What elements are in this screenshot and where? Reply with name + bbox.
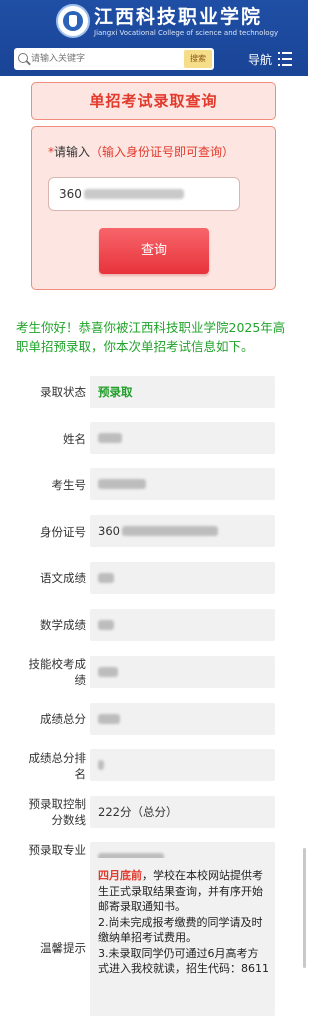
name-label: 姓名 (63, 432, 86, 446)
redacted-chinese-score (98, 573, 114, 583)
search-input[interactable] (31, 48, 181, 70)
status-cell: 预录取 (90, 376, 275, 408)
name-cell (90, 422, 275, 454)
major-label: 预录取专业 (28, 843, 87, 857)
search-icon (18, 53, 28, 63)
math-score-cell (90, 609, 275, 641)
redacted-exam-no (98, 479, 146, 489)
skill-score-cell (90, 656, 275, 688)
notice-line-3: 3.未录取同学仍可通过6月高考方式进入我校就读，招生代码：8611 (98, 946, 269, 976)
exam-no-cell (90, 468, 275, 500)
notice-label: 温馨提示 (40, 941, 86, 955)
notice-highlight: 四月底前 (98, 869, 142, 882)
skill-score-label: 技能校考成绩 (28, 657, 87, 687)
rank-label: 成绩总分排名 (28, 751, 87, 781)
redacted-math-score (98, 620, 114, 630)
prompt-hint: （输入身份证号即可查询） (90, 145, 235, 159)
redacted-rank (98, 760, 104, 770)
id-number-input[interactable]: 360 (48, 177, 240, 211)
cutoff-label: 预录取控制分数线 (28, 797, 87, 827)
chinese-score-label: 语文成绩 (40, 571, 86, 585)
math-score-label: 数学成绩 (40, 618, 86, 632)
page-scrollbar[interactable] (303, 848, 306, 968)
menu-icon[interactable] (278, 51, 292, 67)
redacted-id (121, 526, 218, 536)
welcome-message: 考生你好！恭喜你被江西科技职业学院2025年高职单招预录取，你本次单招考试信息如… (16, 320, 286, 354)
id-cell: 360 (90, 515, 275, 547)
rank-cell (90, 749, 275, 781)
search-box: 搜索 (14, 48, 214, 70)
college-name-cn: 江西科技职业学院 (94, 6, 263, 28)
header-bar: 江西科技职业学院 Jiangxi Vocational College of s… (0, 0, 308, 76)
total-score-label: 成绩总分 (40, 712, 86, 726)
id-label: 身份证号 (40, 525, 86, 539)
query-panel: *请输入（输入身份证号即可查询） 360 查询 (31, 126, 276, 290)
cutoff-value: 222分（总分） (98, 805, 178, 819)
id-number-prefix: 360 (59, 187, 82, 201)
notice-box: 四月底前，学校在本校网站提供考生正式录取结果查询，并有序开始邮寄录取通知书。 2… (90, 858, 275, 1016)
chinese-score-cell (90, 562, 275, 594)
college-logo-icon (56, 4, 90, 38)
redacted-id-digits (83, 189, 184, 199)
redacted-total-score (98, 714, 120, 724)
id-value-prefix: 360 (98, 524, 120, 538)
status-label: 录取状态 (40, 385, 86, 399)
redacted-name (98, 433, 122, 443)
nav-label[interactable]: 导航 (248, 51, 272, 68)
cutoff-cell: 222分（总分） (90, 796, 275, 828)
notice-line-2: 2.尚未完成报考缴费的同学请及时缴纳单招考试费用。 (98, 915, 263, 945)
college-name-en: Jiangxi Vocational College of science an… (94, 29, 279, 37)
redacted-skill-score (98, 667, 118, 677)
prompt-text: 请输入 (54, 145, 91, 159)
id-prompt: *请输入（输入身份证号即可查询） (48, 143, 234, 160)
status-value: 预录取 (98, 385, 133, 399)
search-button[interactable]: 搜索 (184, 50, 212, 68)
total-score-cell (90, 703, 275, 735)
query-button[interactable]: 查询 (99, 228, 209, 274)
query-panel-title: 单招考试录取查询 (31, 82, 276, 120)
exam-no-label: 考生号 (51, 478, 87, 492)
